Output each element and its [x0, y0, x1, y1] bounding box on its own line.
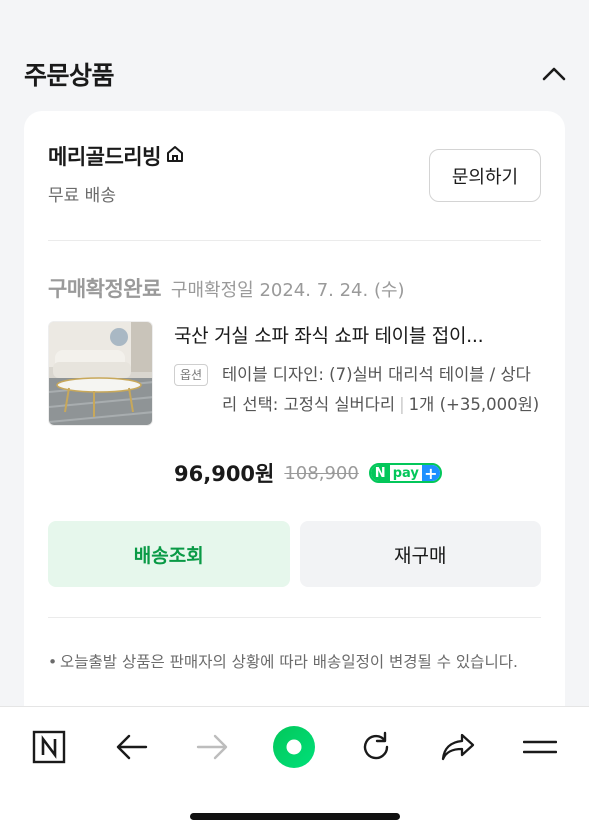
divider [48, 617, 541, 618]
npay-word: pay [392, 465, 419, 481]
naver-home-icon[interactable] [27, 725, 71, 769]
menu-icon[interactable] [518, 725, 562, 769]
sale-price: 96,900원 [174, 462, 275, 486]
order-status: 구매확정완료 [48, 277, 161, 301]
home-indicator[interactable] [190, 813, 400, 820]
track-delivery-button[interactable]: 배송조회 [48, 521, 290, 587]
delivery-notice: • 오늘출발 상품은 판매자의 상황에 따라 배송일정이 변경될 수 있습니다. [48, 648, 541, 676]
product-title[interactable]: 국산 거실 소파 좌식 쇼파 테이블 접이... [174, 321, 544, 348]
inquiry-button[interactable]: 문의하기 [429, 149, 541, 202]
product-image[interactable] [48, 321, 153, 426]
rebuy-button[interactable]: 재구매 [299, 521, 541, 587]
notice-text: 오늘출발 상품은 판매자의 상황에 따라 배송일정이 변경될 수 있습니다. [60, 653, 518, 671]
npay-plus: + [421, 465, 440, 481]
npay-n: N [370, 465, 390, 481]
option-separator: | [399, 395, 405, 414]
product-option: 옵션 테이블 디자인: (7)실버 대리석 테이블 / 상다리 선택: 고정식 … [174, 360, 544, 420]
option-badge: 옵션 [174, 364, 209, 386]
order-status-row: 구매확정완료 구매확정일 2024. 7. 24. (수) [48, 273, 405, 303]
browser-toolbar [0, 706, 589, 833]
chevron-up-icon[interactable] [539, 59, 569, 89]
action-buttons: 배송조회 재구매 [48, 521, 541, 587]
order-items-header: 주문상품 [24, 52, 569, 96]
back-arrow-icon[interactable] [110, 725, 154, 769]
option-quantity: 1개 (+35,000원) [408, 395, 540, 414]
npay-plus-icon: N pay + [368, 463, 442, 483]
order-card: 메리골드리빙 무료 배송 문의하기 구매확정완료 구매확정일 2024. 7. … [24, 111, 565, 731]
notice-bullet: • [48, 653, 58, 671]
divider [48, 240, 541, 241]
store-home-icon [165, 144, 185, 168]
original-price: 108,900 [284, 462, 359, 484]
share-icon[interactable] [436, 725, 480, 769]
option-text: 테이블 디자인: (7)실버 대리석 테이블 / 상다리 선택: 고정식 실버다… [222, 365, 539, 414]
confirm-date: 구매확정일 2024. 7. 24. (수) [170, 280, 405, 301]
product-info: 국산 거실 소파 좌식 쇼파 테이블 접이... 옵션 테이블 디자인: (7)… [174, 321, 544, 420]
seller-row: 메리골드리빙 무료 배송 문의하기 [48, 141, 541, 211]
price-row: 96,900원 108,900 N pay + [174, 458, 442, 488]
refresh-icon[interactable] [354, 725, 398, 769]
forward-arrow-icon[interactable] [190, 725, 234, 769]
green-dot-icon[interactable] [272, 725, 316, 769]
seller-name: 메리골드리빙 [48, 145, 161, 169]
section-title: 주문상품 [24, 61, 115, 90]
